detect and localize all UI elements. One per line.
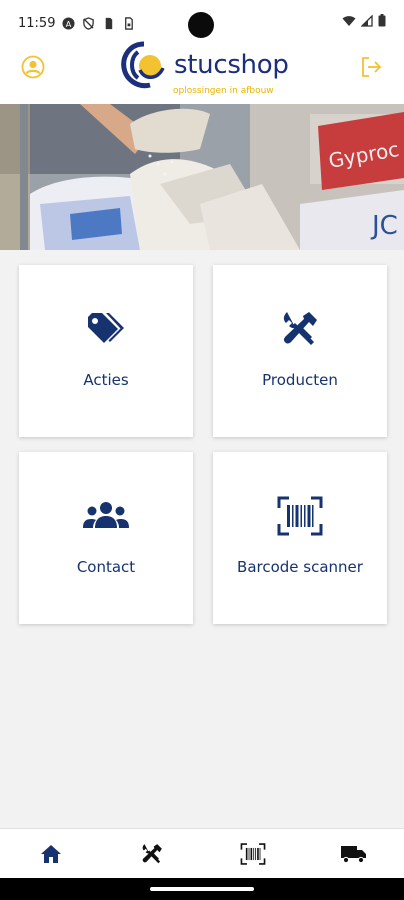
svg-text:JC: JC xyxy=(370,211,398,241)
stucshop-logo: stucshop oplossingen in afbouw xyxy=(118,32,298,102)
barcode-icon xyxy=(240,842,265,865)
logo-mark-icon xyxy=(121,41,165,89)
sim-icon xyxy=(106,17,113,29)
svg-text:A: A xyxy=(66,18,72,28)
account-circle-icon xyxy=(21,55,45,79)
bottom-nav xyxy=(0,828,404,878)
status-right xyxy=(342,14,386,27)
logo-text: stucshop xyxy=(174,50,289,80)
nav-barcode[interactable] xyxy=(202,829,303,878)
tile-label: Acties xyxy=(83,371,129,389)
signal-icon xyxy=(361,14,373,27)
hero-illustration: Gyproc JC xyxy=(0,104,404,250)
tile-label: Barcode scanner xyxy=(237,558,363,576)
tile-icon-wrap xyxy=(86,309,126,349)
tile-acties[interactable]: Acties xyxy=(19,265,193,437)
home-icon xyxy=(40,844,61,863)
profile-button[interactable] xyxy=(18,52,48,82)
status-time: 11:59 xyxy=(18,15,56,31)
tile-icon-wrap xyxy=(83,496,129,536)
barcode-scanner-icon xyxy=(277,496,323,536)
users-icon xyxy=(83,502,129,528)
battery-icon xyxy=(378,14,386,27)
truck-icon xyxy=(340,845,366,863)
logout-button[interactable] xyxy=(356,52,386,82)
wifi-icon xyxy=(342,15,356,26)
tools-icon xyxy=(283,312,317,345)
hero-image: Gyproc JC xyxy=(0,104,404,250)
logout-icon xyxy=(362,57,382,77)
tile-contact[interactable]: Contact xyxy=(19,452,193,624)
gesture-bar xyxy=(0,878,404,900)
nav-delivery[interactable] xyxy=(303,829,404,878)
tile-producten[interactable]: Producten xyxy=(213,265,387,437)
tools-icon xyxy=(142,843,162,863)
a-icon: A xyxy=(62,16,76,30)
nav-home[interactable] xyxy=(0,829,101,878)
logo-tagline: oplossingen in afbouw xyxy=(173,86,274,96)
home-gesture-handle[interactable] xyxy=(150,887,254,891)
tags-icon xyxy=(88,313,124,343)
app-header: stucshop oplossingen in afbouw xyxy=(0,41,404,104)
tile-label: Producten xyxy=(262,371,338,389)
tile-label: Contact xyxy=(76,558,136,576)
sd-card-icon xyxy=(125,16,134,30)
status-left: 11:59 A xyxy=(18,16,135,31)
tile-barcode-scanner[interactable]: Barcode scanner xyxy=(213,452,387,624)
nav-products[interactable] xyxy=(101,829,202,878)
shield-off-icon xyxy=(83,16,95,30)
tile-icon-wrap xyxy=(277,496,323,536)
tile-icon-wrap xyxy=(281,309,319,349)
